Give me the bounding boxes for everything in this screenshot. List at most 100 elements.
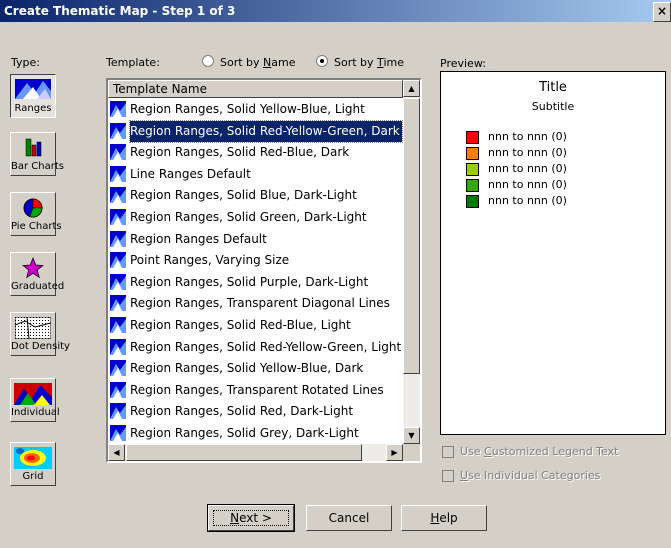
vertical-scroll-thumb[interactable]: [403, 98, 420, 374]
legend-entry: nnn to nnn (0): [466, 194, 656, 210]
template-name-column-header[interactable]: Template Name: [108, 80, 403, 98]
template-name: Point Ranges, Varying Size: [130, 253, 290, 268]
horizontal-scroll-thumb[interactable]: [126, 444, 362, 461]
region-template-icon: [110, 360, 126, 377]
sort-by-name-label: Sort by Name: [220, 56, 296, 69]
template-list-item[interactable]: Region Ranges, Solid Green, Dark-Light: [108, 207, 403, 229]
scroll-down-button[interactable]: ▼: [403, 427, 420, 444]
legend-swatch: [466, 147, 479, 160]
template-name: Region Ranges, Transparent Rotated Lines: [130, 382, 384, 397]
template-list-item[interactable]: Region Ranges, Solid Grey, Dark-Light: [108, 423, 403, 444]
scrollbar-corner: [403, 444, 420, 461]
cancel-button[interactable]: Cancel: [306, 505, 392, 531]
template-list-item[interactable]: Region Ranges, Transparent Rotated Lines: [108, 380, 403, 402]
type-bar-charts-button[interactable]: Bar Charts: [10, 132, 64, 176]
template-name: Region Ranges, Solid Yellow-Blue, Light: [130, 102, 365, 116]
type-grid-button[interactable]: Grid: [10, 442, 56, 486]
template-name: Region Ranges, Solid Blue, Dark-Light: [130, 188, 357, 203]
template-name: Line Ranges Default: [130, 166, 251, 181]
template-list-item[interactable]: Region Ranges, Solid Yellow-Blue, Dark: [108, 358, 403, 380]
preview-title: Title: [539, 80, 567, 95]
individual-categories-checkbox[interactable]: [442, 470, 454, 482]
template-list[interactable]: Template Name Region Ranges, Solid Yello…: [106, 78, 422, 463]
region-template-icon: [110, 122, 126, 139]
legend-text: nnn to nnn (0): [488, 194, 567, 207]
type-label-text: Graduated: [11, 281, 65, 292]
legend-text: nnn to nnn (0): [488, 162, 567, 175]
template-list-item[interactable]: Point Ranges, Varying Size: [108, 250, 403, 272]
template-name: Region Ranges, Solid Red, Dark-Light: [130, 404, 354, 419]
region-template-icon: [110, 230, 126, 247]
template-list-item[interactable]: Region Ranges, Solid Red-Yellow-Green, D…: [108, 119, 403, 143]
radio-circle[interactable]: [316, 55, 328, 67]
region-template-icon: [110, 101, 126, 117]
template-name: Region Ranges, Solid Red-Blue, Dark: [130, 145, 350, 160]
horizontal-scrollbar[interactable]: ◀ ▶: [108, 444, 403, 461]
type-individual-button[interactable]: Individual: [10, 378, 60, 422]
type-dot-density-button[interactable]: Dot Density: [10, 312, 70, 356]
template-list-item[interactable]: Region Ranges, Transparent Diagonal Line…: [108, 293, 403, 315]
grid-icon: [14, 447, 52, 469]
graduated-star-icon: [22, 257, 44, 279]
template-name: Region Ranges, Solid Green, Dark-Light: [130, 209, 367, 224]
legend-swatch: [466, 131, 479, 144]
region-template-icon: [110, 144, 126, 161]
template-list-item[interactable]: Region Ranges, Solid Red-Blue, Dark: [108, 142, 403, 164]
legend-text: nnn to nnn (0): [488, 130, 567, 143]
customized-legend-checkbox[interactable]: [442, 446, 454, 458]
next-button[interactable]: Next >: [207, 504, 295, 532]
type-label-text: Bar Charts: [11, 161, 64, 172]
close-button[interactable]: ×: [653, 2, 671, 22]
template-name: Region Ranges, Transparent Diagonal Line…: [130, 296, 390, 311]
legend-entry: nnn to nnn (0): [466, 162, 656, 178]
region-template-icon: [110, 187, 126, 204]
template-name: Region Ranges, Solid Red-Blue, Light: [130, 317, 351, 332]
scroll-left-button[interactable]: ◀: [108, 444, 125, 461]
legend-swatch: [466, 163, 479, 176]
template-list-item[interactable]: Region Ranges, Solid Yellow-Blue, Light: [108, 99, 403, 121]
type-label-text: Grid: [22, 471, 44, 482]
type-pie-charts-button[interactable]: Pie Charts: [10, 192, 62, 236]
template-list-item[interactable]: Region Ranges, Solid Blue, Dark-Light: [108, 185, 403, 207]
legend-text: nnn to nnn (0): [488, 178, 567, 191]
type-label: Type:: [11, 56, 40, 69]
type-label-text: Pie Charts: [11, 221, 62, 232]
region-template-icon: [110, 316, 126, 333]
template-list-item[interactable]: Region Ranges, Solid Purple, Dark-Light: [108, 272, 403, 294]
template-name: Region Ranges Default: [130, 231, 267, 246]
region-template-icon: [110, 273, 126, 290]
template-label: Template:: [106, 56, 160, 69]
template-name: Region Ranges, Solid Yellow-Blue, Dark: [130, 361, 364, 376]
sort-by-time-label: Sort by Time: [334, 56, 404, 69]
legend-text: nnn to nnn (0): [488, 146, 567, 159]
template-list-item[interactable]: Region Ranges, Solid Red-Blue, Light: [108, 315, 403, 337]
legend-entry: nnn to nnn (0): [466, 146, 656, 162]
legend-entry: nnn to nnn (0): [466, 178, 656, 194]
ranges-icon: [15, 79, 51, 99]
scroll-right-button[interactable]: ▶: [386, 444, 403, 461]
legend-entry: nnn to nnn (0): [466, 130, 656, 146]
template-list-item[interactable]: Line Ranges Default: [108, 164, 403, 186]
vertical-scrollbar[interactable]: ▲ ▼: [403, 80, 420, 444]
preview-label: Preview:: [440, 57, 486, 70]
radio-circle[interactable]: [202, 55, 214, 67]
type-label-text: Dot Density: [11, 341, 70, 352]
individual-icon: [14, 383, 52, 405]
region-template-icon: [110, 338, 126, 355]
template-list-item[interactable]: Region Ranges, Solid Red, Dark-Light: [108, 401, 403, 423]
type-ranges-button[interactable]: Ranges: [10, 74, 56, 118]
template-rows: Region Ranges, Solid Yellow-Blue, Light R…: [108, 99, 403, 444]
template-list-item[interactable]: Region Ranges, Solid Red-Yellow-Green, L…: [108, 337, 403, 359]
region-template-icon: [110, 252, 126, 269]
legend-swatch: [466, 179, 479, 192]
title-bar: Create Thematic Map - Step 1 of 3 ×: [0, 0, 671, 22]
customized-legend-label: Use Customized Legend Text: [460, 445, 619, 458]
type-label-text: Ranges: [14, 103, 52, 114]
template-list-item[interactable]: Region Ranges Default: [108, 229, 403, 251]
scroll-up-button[interactable]: ▲: [403, 80, 420, 97]
region-template-icon: [110, 381, 126, 398]
preview-panel: Title Subtitle nnn to nnn (0) nnn to nnn…: [440, 71, 666, 435]
type-graduated-button[interactable]: Graduated: [10, 252, 65, 296]
help-button[interactable]: Help: [401, 505, 487, 531]
region-template-icon: [110, 403, 126, 420]
